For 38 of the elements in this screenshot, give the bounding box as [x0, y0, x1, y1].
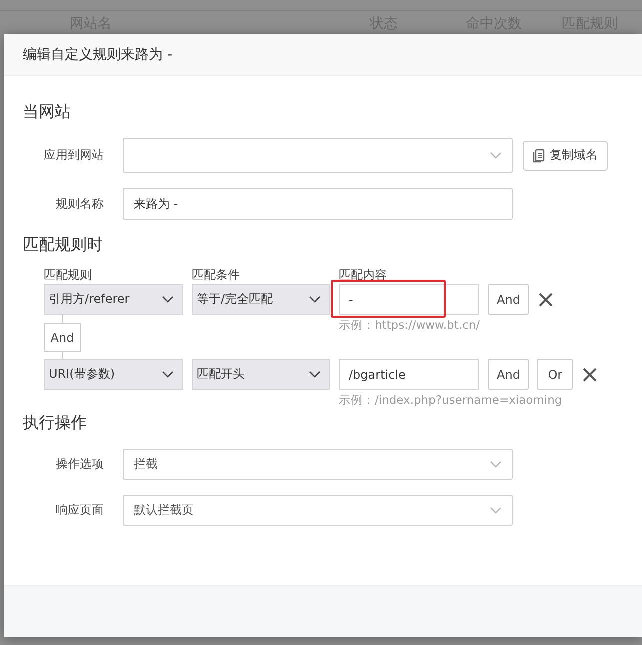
select-field[interactable]: 默认拦截页 [123, 495, 513, 526]
field-label: 响应页面 [55, 502, 104, 519]
or-button[interactable]: Or [537, 359, 574, 390]
chevron-down-icon [490, 507, 502, 514]
input-field[interactable]: 来路为 - [123, 188, 513, 220]
field-label: 操作选项 [55, 456, 104, 473]
hint-text: 示例：https://www.bt.cn/ [339, 318, 480, 333]
close-icon[interactable] [583, 368, 598, 382]
close-icon[interactable] [539, 292, 554, 306]
field-label: 应用到网站 [43, 147, 104, 164]
column-header: 匹配条件 [192, 266, 241, 284]
select-field[interactable]: 拦截 [123, 449, 513, 480]
joiner-button[interactable]: And [44, 323, 81, 352]
column-header: 匹配内容 [339, 266, 388, 284]
select-field[interactable]: URI(带参数) [44, 359, 183, 390]
select-field[interactable]: 等于/完全匹配 [192, 284, 330, 315]
and-button[interactable]: And [488, 284, 530, 315]
chevron-down-icon [309, 296, 321, 303]
chevron-down-icon [309, 371, 321, 378]
column-header: 匹配规则 [44, 266, 93, 284]
copy-domain-button[interactable]: 复制域名 [523, 140, 608, 170]
document-icon [533, 148, 545, 162]
select-field[interactable]: 匹配开头 [192, 359, 330, 390]
hint-text: 示例：/index.php?username=xiaoming [339, 393, 562, 408]
chevron-down-icon [162, 371, 174, 378]
chevron-down-icon [490, 461, 502, 468]
section-title: 当网站 [23, 101, 72, 123]
input-field[interactable]: - [339, 284, 479, 315]
section-title: 匹配规则时 [23, 234, 104, 256]
chevron-down-icon [162, 296, 174, 303]
field-label: 规则名称 [55, 196, 104, 212]
select-field[interactable]: 引用方/referer [44, 284, 183, 315]
chevron-down-icon [490, 152, 502, 159]
and-button[interactable]: And [488, 359, 530, 390]
select-field[interactable] [123, 138, 513, 173]
input-field[interactable]: /bgarticle [339, 359, 479, 390]
dialog-title: 编辑自定义规则来路为 - [23, 46, 173, 64]
section-title: 执行操作 [23, 412, 88, 434]
